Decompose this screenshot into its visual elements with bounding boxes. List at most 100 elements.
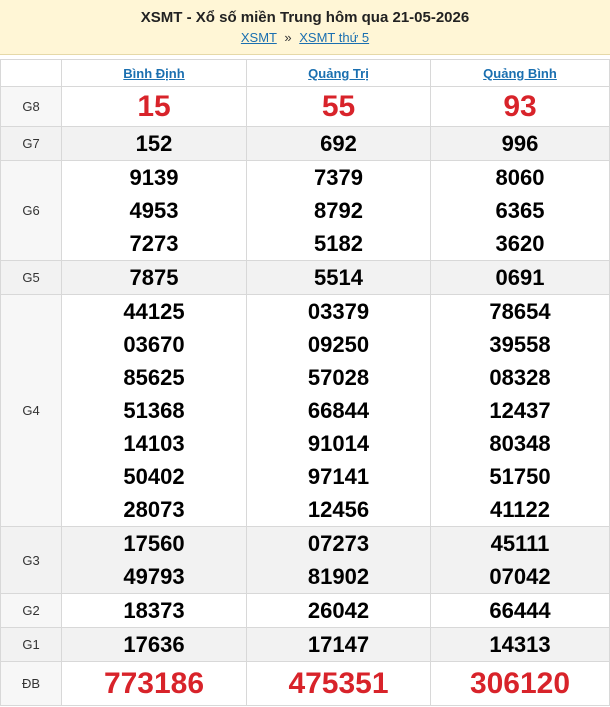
prize-row-g2: G2 18373 26042 66444 <box>0 593 610 628</box>
result-number: 03670 <box>123 332 185 357</box>
result-number: 7875 <box>129 265 179 290</box>
result-number: 03379 <box>307 299 370 324</box>
breadcrumb-link-xsmt[interactable]: XSMT <box>241 30 277 45</box>
result-cell: 8060 6365 3620 <box>430 160 610 261</box>
result-cell: 692 <box>246 126 431 161</box>
result-cell: 17560 49793 <box>61 526 247 594</box>
province-link-quang-tri[interactable]: Quảng Trị <box>308 66 369 81</box>
breadcrumb-separator: » <box>284 30 292 45</box>
result-cell: 17147 <box>246 627 431 662</box>
result-cell: 5514 <box>246 260 431 295</box>
prize-label: G6 <box>0 160 62 261</box>
result-cell: 78654 39558 08328 12437 80348 51750 41122 <box>430 294 610 527</box>
result-number: 996 <box>501 131 539 156</box>
result-number: 3620 <box>495 231 545 256</box>
result-number: 17147 <box>307 632 370 657</box>
result-number: 6365 <box>495 198 545 223</box>
result-number: 39558 <box>489 332 551 357</box>
result-cell: 66444 <box>430 593 610 628</box>
result-number: 7273 <box>129 231 179 256</box>
result-cell: 18373 <box>61 593 247 628</box>
prize-row-g4: G4 44125 03670 85625 51368 14103 50402 28073 033… <box>0 294 610 527</box>
prize-row-g8: G8 15 55 93 <box>0 86 610 127</box>
result-cell: 0691 <box>430 260 610 295</box>
result-cell: 03379 09250 57028 66844 91014 97141 12456 <box>246 294 431 527</box>
result-number: 80348 <box>489 431 551 456</box>
result-cell: 306120 <box>430 661 610 706</box>
result-number: 85625 <box>123 365 185 390</box>
result-cell: 7875 <box>61 260 247 295</box>
prize-label: G3 <box>0 526 62 594</box>
province-link-binh-dinh[interactable]: Bình Định <box>123 66 184 81</box>
result-cell: 07273 81902 <box>246 526 431 594</box>
result-number: 66844 <box>307 398 370 423</box>
result-number: 7379 <box>314 165 363 190</box>
result-cell: 996 <box>430 126 610 161</box>
result-number: 78654 <box>489 299 551 324</box>
result-number: 93 <box>503 89 537 123</box>
breadcrumb-link-xsmt-thu-5[interactable]: XSMT thứ 5 <box>299 30 369 45</box>
result-number: 07042 <box>489 564 551 589</box>
prize-label: ĐB <box>0 661 62 706</box>
result-cell: 55 <box>246 86 431 127</box>
result-cell: 475351 <box>246 661 431 706</box>
prize-row-g1: G1 17636 17147 14313 <box>0 627 610 662</box>
result-number: 49793 <box>123 564 185 589</box>
province-header-quang-binh: Quảng Bình <box>430 59 610 87</box>
special-prize-number: 306120 <box>469 666 571 700</box>
result-cell: 93 <box>430 86 610 127</box>
result-number: 50402 <box>123 464 185 489</box>
result-number: 5514 <box>314 265 363 290</box>
result-cell: 9139 4953 7273 <box>61 160 247 261</box>
breadcrumb: XSMT » XSMT thứ 5 <box>0 29 610 47</box>
prize-row-g7: G7 152 692 996 <box>0 126 610 161</box>
result-number: 18373 <box>123 598 185 623</box>
prize-header-cell <box>0 59 62 87</box>
result-number: 0691 <box>495 265 545 290</box>
result-number: 08328 <box>489 365 551 390</box>
prize-row-g3: G3 17560 49793 07273 81902 45111 07042 <box>0 526 610 594</box>
result-number: 81902 <box>307 564 370 589</box>
prize-label: G7 <box>0 126 62 161</box>
page-header: XSMT - Xổ số miền Trung hôm qua 21-05-20… <box>0 0 610 55</box>
result-number: 66444 <box>489 598 551 623</box>
result-cell: 152 <box>61 126 247 161</box>
result-number: 8060 <box>495 165 545 190</box>
prize-row-g6: G6 9139 4953 7273 7379 8792 5182 8060 6365 3620 <box>0 160 610 261</box>
result-number: 55 <box>321 89 356 123</box>
result-number: 51368 <box>123 398 185 423</box>
result-number: 07273 <box>307 531 370 556</box>
result-number: 51750 <box>489 464 551 489</box>
result-number: 57028 <box>307 365 370 390</box>
result-number: 17636 <box>123 632 185 657</box>
result-cell: 26042 <box>246 593 431 628</box>
result-number: 14313 <box>489 632 551 657</box>
province-header-binh-dinh: Bình Định <box>61 59 247 87</box>
province-header-quang-tri: Quảng Trị <box>246 59 431 87</box>
result-number: 28073 <box>123 497 185 522</box>
result-cell: 45111 07042 <box>430 526 610 594</box>
result-number: 8792 <box>314 198 363 223</box>
results-table: Bình Định Quảng Trị Quảng Bình G8 15 55 93 G… <box>0 59 610 706</box>
result-number: 692 <box>320 131 357 156</box>
result-number: 12437 <box>489 398 551 423</box>
result-number: 4953 <box>129 198 179 223</box>
result-number: 12456 <box>307 497 370 522</box>
page-title: XSMT - Xổ số miền Trung hôm qua 21-05-20… <box>140 9 470 26</box>
result-number: 09250 <box>307 332 370 357</box>
results-body: G8 15 55 93 G7 152 692 996 G6 9139 4953 7273 7379 879… <box>0 86 610 706</box>
prize-label: G4 <box>0 294 62 527</box>
province-link-quang-binh[interactable]: Quảng Bình <box>483 66 557 81</box>
result-cell: 7379 8792 5182 <box>246 160 431 261</box>
result-cell: 44125 03670 85625 51368 14103 50402 28073 <box>61 294 247 527</box>
prize-row-g5: G5 7875 5514 0691 <box>0 260 610 295</box>
result-cell: 773186 <box>61 661 247 706</box>
result-number: 44125 <box>123 299 185 324</box>
result-number: 15 <box>137 89 171 123</box>
result-number: 14103 <box>123 431 185 456</box>
prize-label: G1 <box>0 627 62 662</box>
special-prize-number: 475351 <box>288 666 389 700</box>
prize-label: G5 <box>0 260 62 295</box>
prize-label: G8 <box>0 86 62 127</box>
prize-label: G2 <box>0 593 62 628</box>
